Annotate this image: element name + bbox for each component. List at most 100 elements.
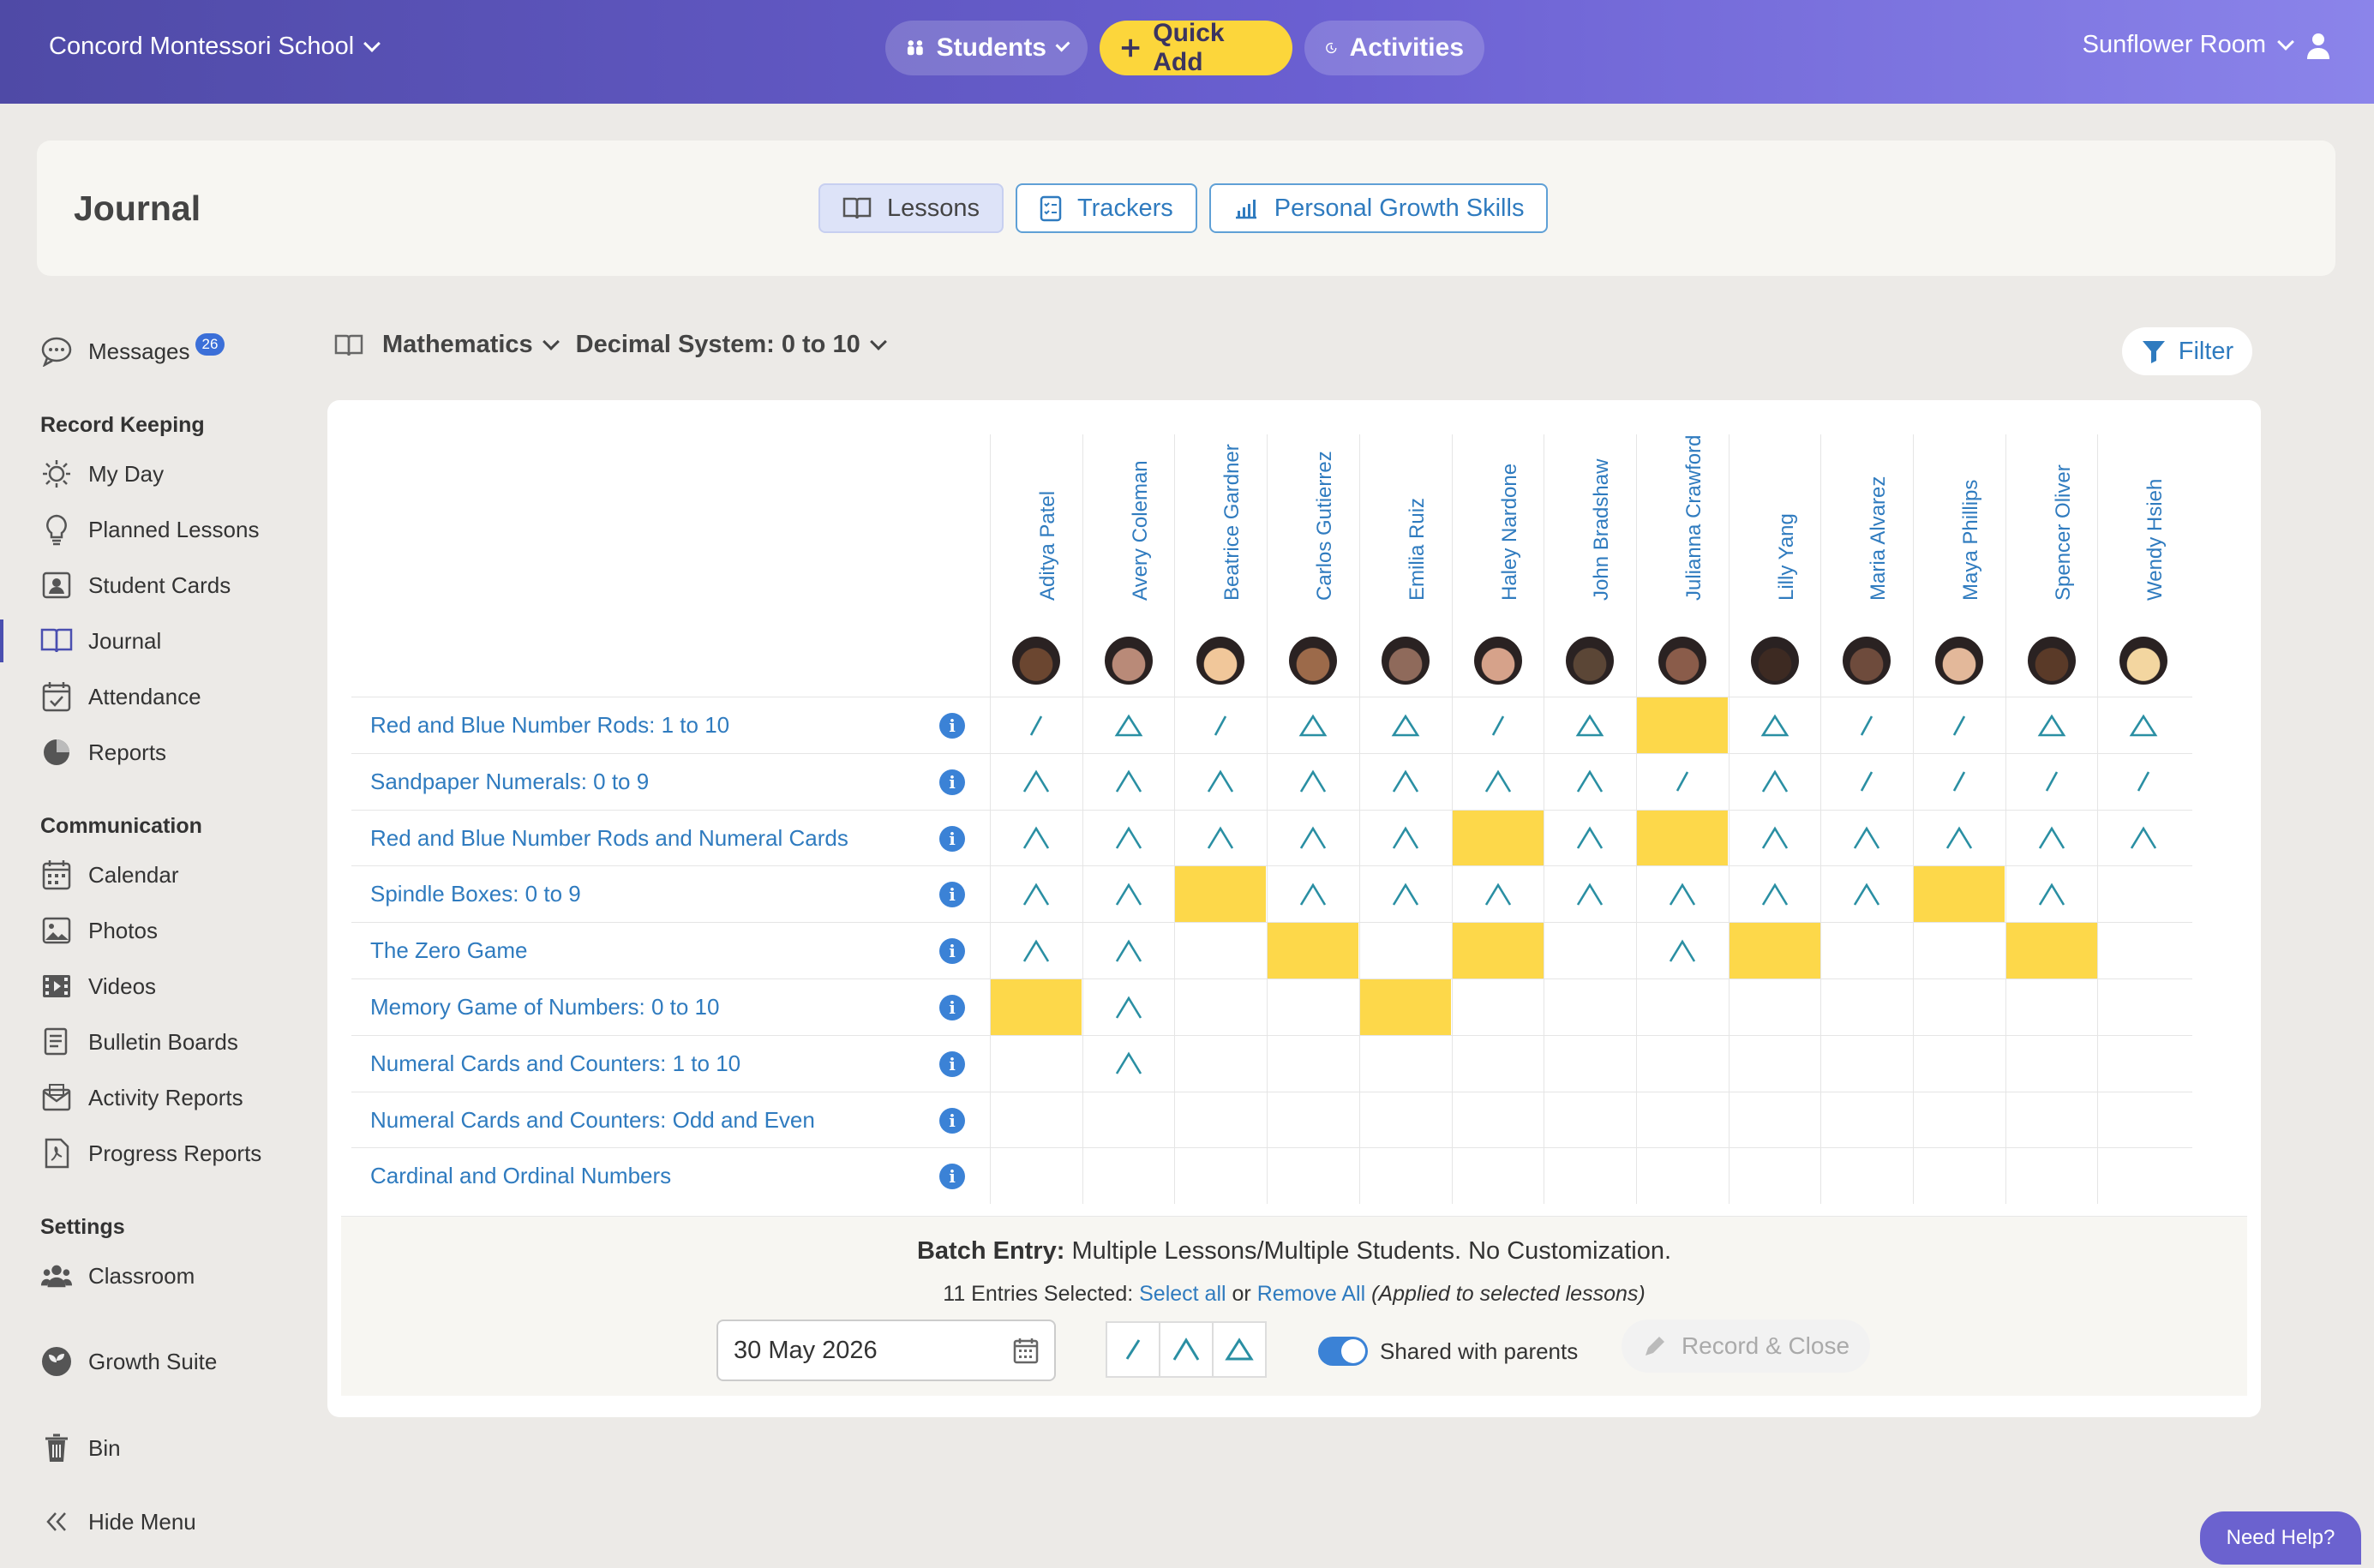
lesson-cell[interactable] [1082, 753, 1174, 810]
sidebar-item-my-day[interactable]: My Day [40, 457, 164, 491]
tab-personal-growth-skills[interactable]: Personal Growth Skills [1208, 183, 1549, 233]
lesson-cell[interactable] [1728, 979, 1820, 1035]
lesson-cell[interactable] [1174, 697, 1266, 753]
lesson-cell[interactable] [1082, 1092, 1174, 1148]
student-name[interactable]: Avery Coleman [1129, 460, 1153, 601]
lesson-cell[interactable] [1451, 1092, 1544, 1148]
lesson-cell[interactable] [990, 697, 1082, 753]
selected-cell[interactable] [1358, 979, 1451, 1035]
sidebar-item-photos[interactable]: Photos [40, 913, 158, 948]
student-column-header[interactable]: Carlos Gutierrez [1267, 434, 1358, 697]
info-icon[interactable]: i [939, 995, 965, 1020]
lesson-cell[interactable] [1728, 753, 1820, 810]
lesson-cell[interactable] [1174, 1148, 1266, 1205]
practicing-mark-button[interactable] [1159, 1321, 1214, 1378]
student-name[interactable]: Aditya Patel [1036, 491, 1060, 601]
student-name[interactable]: Emilia Ruiz [1406, 498, 1430, 601]
lesson-cell[interactable] [1451, 697, 1544, 753]
lesson-cell[interactable] [1267, 866, 1358, 923]
lesson-cell[interactable] [1913, 1035, 2005, 1092]
lesson-cell[interactable] [1174, 753, 1266, 810]
lesson-cell[interactable] [1174, 810, 1266, 866]
lesson-cell[interactable] [1820, 866, 1912, 923]
lesson-name-link[interactable]: The Zero Game [370, 937, 528, 964]
student-column-header[interactable]: Emilia Ruiz [1358, 434, 1451, 697]
lesson-cell[interactable] [1174, 979, 1266, 1035]
lesson-cell[interactable] [2005, 866, 2097, 923]
lesson-cell[interactable] [1544, 979, 1635, 1035]
lesson-cell[interactable] [1728, 1148, 1820, 1205]
lesson-cell[interactable] [990, 1148, 1082, 1205]
selected-cell[interactable] [1451, 810, 1544, 866]
lesson-cell[interactable] [2097, 923, 2189, 979]
lesson-cell[interactable] [1082, 697, 1174, 753]
lesson-cell[interactable] [1358, 866, 1451, 923]
lesson-group-dropdown[interactable]: Decimal System: 0 to 10 [576, 331, 887, 359]
student-name[interactable]: Maya Phillips [1959, 480, 1983, 601]
student-column-header[interactable]: Aditya Patel [990, 434, 1082, 697]
lesson-cell[interactable] [1544, 697, 1635, 753]
record-close-button[interactable]: Record & Close [1622, 1320, 1870, 1373]
student-column-header[interactable]: Maya Phillips [1913, 434, 2005, 697]
sidebar-item-reports[interactable]: Reports [40, 735, 166, 769]
lesson-cell[interactable] [1544, 1035, 1635, 1092]
info-icon[interactable]: i [939, 1164, 965, 1190]
sidebar-item-attendance[interactable]: Attendance [40, 679, 201, 714]
selected-cell[interactable] [990, 979, 1082, 1035]
info-icon[interactable]: i [939, 713, 965, 739]
selected-cell[interactable] [1635, 810, 1728, 866]
info-icon[interactable]: i [939, 938, 965, 965]
lesson-cell[interactable] [1728, 697, 1820, 753]
lesson-name-link[interactable]: Numeral Cards and Counters: 1 to 10 [370, 1050, 740, 1077]
student-column-header[interactable]: Avery Coleman [1082, 434, 1174, 697]
lesson-cell[interactable] [1451, 1035, 1544, 1092]
student-column-header[interactable]: Haley Nardone [1451, 434, 1544, 697]
sidebar-item-activity-reports[interactable]: Activity Reports [40, 1080, 243, 1115]
selected-cell[interactable] [1635, 697, 1728, 753]
lesson-cell[interactable] [1820, 1035, 1912, 1092]
student-name[interactable]: Haley Nardone [1498, 464, 1522, 601]
lesson-cell[interactable] [1820, 810, 1912, 866]
info-icon[interactable]: i [939, 882, 965, 908]
lesson-cell[interactable] [1544, 753, 1635, 810]
lesson-cell[interactable] [1174, 1092, 1266, 1148]
info-icon[interactable]: i [939, 769, 965, 795]
lesson-cell[interactable] [2005, 1092, 2097, 1148]
selected-cell[interactable] [1913, 866, 2005, 923]
student-name[interactable]: Carlos Gutierrez [1313, 451, 1337, 601]
date-input[interactable]: 30 May 2026 [716, 1320, 1056, 1381]
lesson-cell[interactable] [2005, 1148, 2097, 1205]
sidebar-item-planned-lessons[interactable]: Planned Lessons [40, 512, 259, 547]
lesson-cell[interactable] [2005, 1035, 2097, 1092]
lesson-cell[interactable] [1267, 1035, 1358, 1092]
lesson-cell[interactable] [1728, 866, 1820, 923]
lesson-cell[interactable] [1913, 1148, 2005, 1205]
lesson-cell[interactable] [990, 1035, 1082, 1092]
lesson-cell[interactable] [2097, 1035, 2189, 1092]
hide-menu-button[interactable]: Hide Menu [40, 1505, 196, 1539]
student-column-header[interactable]: John Bradshaw [1544, 434, 1635, 697]
info-icon[interactable]: i [939, 1107, 965, 1134]
lesson-cell[interactable] [1544, 866, 1635, 923]
student-column-header[interactable]: Wendy Hsieh [2097, 434, 2189, 697]
lesson-cell[interactable] [1544, 1092, 1635, 1148]
lesson-cell[interactable] [1820, 923, 1912, 979]
sidebar-item-student-cards[interactable]: Student Cards [40, 568, 231, 602]
lesson-cell[interactable] [1635, 866, 1728, 923]
lesson-cell[interactable] [1820, 1148, 1912, 1205]
student-name[interactable]: Spencer Oliver [2052, 464, 2076, 601]
lesson-cell[interactable] [2005, 810, 2097, 866]
lesson-cell[interactable] [1544, 1148, 1635, 1205]
lesson-cell[interactable] [2005, 697, 2097, 753]
lesson-name-link[interactable]: Cardinal and Ordinal Numbers [370, 1163, 671, 1189]
lesson-name-link[interactable]: Spindle Boxes: 0 to 9 [370, 881, 581, 907]
lesson-cell[interactable] [1820, 753, 1912, 810]
student-name[interactable]: John Bradshaw [1590, 459, 1614, 601]
student-name[interactable]: Lilly Yang [1775, 513, 1799, 601]
lesson-cell[interactable] [2097, 866, 2189, 923]
lesson-cell[interactable] [1267, 979, 1358, 1035]
student-name[interactable]: Beatrice Gardner [1220, 444, 1244, 601]
lesson-cell[interactable] [1358, 697, 1451, 753]
toggle-switch[interactable] [1318, 1337, 1368, 1366]
user-icon[interactable] [2305, 32, 2331, 59]
